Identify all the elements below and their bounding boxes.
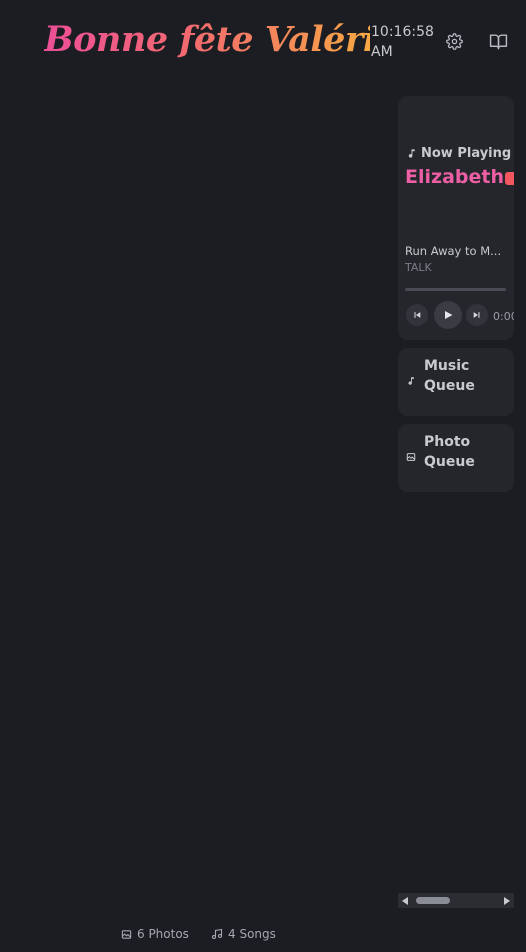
- now-playing-panel: Now Playing Elizabeth Run Away to M... T…: [398, 96, 514, 340]
- now-playing-label: Now Playing: [421, 146, 512, 161]
- now-playing-heading: Now Playing: [406, 146, 511, 161]
- guide-button[interactable]: [487, 30, 509, 52]
- caret-right-icon: [504, 896, 510, 905]
- now-playing-song: Run Away to M...: [405, 244, 502, 258]
- now-playing-artist: Elizabeth: [405, 166, 504, 188]
- clock: 10:16:58 AM: [371, 24, 434, 60]
- next-button[interactable]: [466, 304, 488, 326]
- scroll-right-button[interactable]: [500, 893, 514, 908]
- music-notes-icon: [211, 928, 223, 940]
- greeting-title: Bonne fête Valérie!: [44, 8, 413, 72]
- next-icon: [473, 312, 480, 318]
- previous-button[interactable]: [406, 304, 428, 326]
- photo-queue-button[interactable]: Photo Queue: [398, 424, 514, 492]
- previous-icon: [414, 312, 421, 318]
- settings-button[interactable]: [443, 30, 465, 52]
- photo-count: 6 Photos: [121, 927, 189, 941]
- play-icon: [445, 311, 453, 319]
- image-icon: [121, 929, 132, 939]
- open-book-icon: [489, 33, 507, 49]
- photo-count-label: 6 Photos: [137, 927, 189, 941]
- now-playing-source: TALK: [405, 261, 432, 274]
- music-queue-label: Music Queue: [424, 358, 475, 394]
- scroll-left-button[interactable]: [398, 893, 412, 908]
- music-note-icon: [408, 377, 414, 385]
- image-icon: [406, 453, 416, 461]
- status-badge: [505, 172, 514, 185]
- play-button[interactable]: [434, 301, 462, 329]
- playback-progress-bar[interactable]: [405, 288, 506, 291]
- music-queue-button[interactable]: Music Queue: [398, 348, 514, 416]
- app-header: Bonne fête Valérie! 10:16:58 AM: [0, 0, 526, 84]
- horizontal-scrollbar[interactable]: [398, 893, 514, 908]
- song-count: 4 Songs: [211, 927, 276, 941]
- playback-time: 0:00: [493, 310, 514, 323]
- caret-left-icon: [402, 896, 408, 905]
- song-count-label: 4 Songs: [228, 927, 276, 941]
- photo-queue-label: Photo Queue: [424, 434, 475, 470]
- gear-icon: [445, 32, 463, 50]
- scrollbar-thumb[interactable]: [416, 897, 450, 904]
- music-note-icon: [408, 149, 415, 158]
